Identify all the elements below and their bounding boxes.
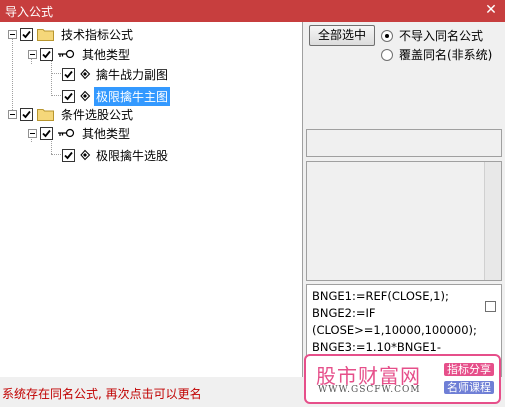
tree-item-stock-selection[interactable]: 条件选股公式 xyxy=(8,105,135,123)
tree-item-formula-selected[interactable]: 极限擒牛主图 xyxy=(62,86,171,106)
code-line: (CLOSE>=1,10000,100000); xyxy=(312,323,477,337)
formula-icon xyxy=(80,149,91,161)
description-box[interactable] xyxy=(306,161,502,281)
tree-item-label: 技术指标公式 xyxy=(61,27,134,42)
tree-item-label: 其他类型 xyxy=(82,47,131,62)
checkbox[interactable] xyxy=(62,89,75,103)
tree-item-label: 擒牛战力副图 xyxy=(96,67,169,82)
tree-item-label: 其他类型 xyxy=(82,126,131,141)
key-icon xyxy=(58,128,75,138)
radio-button[interactable] xyxy=(381,48,393,61)
tree-item-tech-indicators[interactable]: 技术指标公式 xyxy=(8,25,135,43)
info-box xyxy=(306,129,502,157)
code-line: BNGE2:=IF xyxy=(312,306,376,320)
key-icon xyxy=(58,49,75,59)
tree-item-formula[interactable]: 擒牛战力副图 xyxy=(62,65,170,83)
tree-item-label: 极限擒牛主图 xyxy=(94,86,171,106)
radio-button[interactable] xyxy=(381,29,393,42)
collapse-icon[interactable] xyxy=(28,49,37,59)
window-title: 导入公式 xyxy=(5,5,54,19)
tree-item-label: 条件选股公式 xyxy=(61,107,134,122)
collapse-icon[interactable] xyxy=(28,128,37,138)
code-line: BNGE1:=REF(CLOSE,1); xyxy=(312,289,449,303)
tree-item-label: 极限擒牛选股 xyxy=(96,148,169,163)
checkbox[interactable] xyxy=(20,27,33,41)
checkbox[interactable] xyxy=(40,47,53,61)
checkbox[interactable] xyxy=(62,67,75,81)
checkbox[interactable] xyxy=(485,301,496,312)
close-button[interactable]: ✕ xyxy=(483,2,499,18)
radio-no-import[interactable]: 不导入同名公式 xyxy=(381,27,483,44)
checkbox[interactable] xyxy=(62,148,75,162)
collapse-icon[interactable] xyxy=(8,109,17,119)
select-all-button[interactable]: 全部选中 xyxy=(309,25,375,46)
tree-item-formula[interactable]: 极限擒牛选股 xyxy=(62,146,170,164)
tree-item-other-types[interactable]: 其他类型 xyxy=(28,45,132,63)
folder-icon xyxy=(37,28,54,41)
tree-guide xyxy=(12,36,13,114)
checkbox[interactable] xyxy=(20,107,33,121)
formula-icon xyxy=(80,90,91,102)
watermark-url: WWW.GSCFW.COM xyxy=(318,385,421,395)
watermark-tag: 指标分享 xyxy=(444,363,494,376)
watermark-logo: 股市财富网 WWW.GSCFW.COM 指标分享 名师课程 xyxy=(304,354,501,404)
radio-label: 覆盖同名(非系统) xyxy=(399,48,493,62)
tree-item-other-types[interactable]: 其他类型 xyxy=(28,124,132,142)
watermark-tag: 名师课程 xyxy=(444,381,494,394)
title-bar[interactable]: 导入公式 ✕ xyxy=(0,0,505,22)
formula-tree[interactable]: 技术指标公式 其他类型 擒牛战力副图 极限擒牛主图 条件选股公式 其他类型 极限… xyxy=(0,22,303,377)
collapse-icon[interactable] xyxy=(8,29,17,39)
radio-overwrite[interactable]: 覆盖同名(非系统) xyxy=(381,46,492,63)
folder-icon xyxy=(37,108,54,121)
radio-label: 不导入同名公式 xyxy=(399,29,484,43)
scrollbar[interactable] xyxy=(484,162,501,280)
checkbox[interactable] xyxy=(40,126,53,140)
formula-icon xyxy=(80,68,91,80)
status-message: 系统存在同名公式, 再次点击可以更名 xyxy=(2,387,202,401)
